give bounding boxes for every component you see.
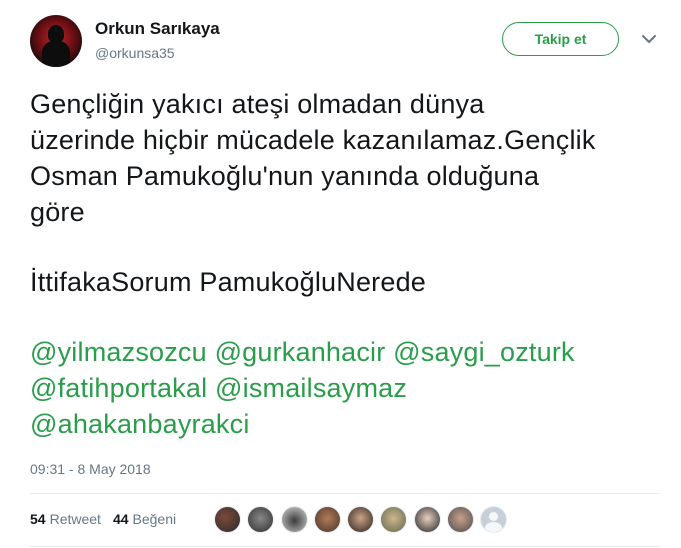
mention-link[interactable]: @yilmazsozcu — [30, 337, 207, 367]
liker-avatar[interactable] — [380, 506, 408, 533]
mention-link[interactable]: @ahakanbayrakci — [30, 409, 250, 439]
mention-link[interactable]: @ismailsaymaz — [215, 373, 407, 403]
user-display-name[interactable]: Orkun Sarıkaya — [95, 19, 220, 39]
tweet-text-line: Gençliğin yakıcı ateşi olmadan dünya — [30, 89, 485, 119]
mentions-line: @yilmazsozcu @gurkanhacir @saygi_ozturk — [30, 334, 670, 370]
tweet-text: Gençliğin yakıcı ateşi olmadan dünya üze… — [30, 86, 670, 442]
like-count: 44 — [112, 511, 129, 527]
mention-link[interactable]: @gurkanhacir — [215, 337, 386, 367]
default-avatar-body — [485, 522, 503, 532]
default-avatar-head — [489, 512, 499, 521]
divider — [30, 546, 660, 547]
liker-avatar[interactable] — [280, 506, 308, 533]
liker-avatar[interactable] — [413, 506, 441, 533]
retweet-count: 54 — [30, 511, 46, 527]
mention-link[interactable]: @saygi_ozturk — [393, 337, 575, 367]
mention-link[interactable]: @fatihportakal — [30, 373, 207, 403]
retweet-label: Retweet — [49, 511, 101, 527]
avatar-figure-body — [42, 41, 70, 67]
liker-avatar[interactable] — [247, 506, 275, 533]
tweet-text-line: göre — [30, 197, 85, 227]
retweet-stat[interactable]: 54 Retweet — [30, 511, 101, 527]
mentions-line: @fatihportakal @ismailsaymaz — [30, 370, 670, 406]
mentions-line: @ahakanbayrakci — [30, 406, 670, 442]
liker-avatar[interactable] — [214, 506, 241, 533]
divider — [30, 493, 660, 494]
liker-avatar[interactable] — [313, 506, 341, 533]
liker-avatar[interactable] — [347, 506, 375, 533]
default-avatar-icon[interactable] — [480, 506, 508, 533]
like-stat[interactable]: 44 Beğeni — [113, 511, 176, 527]
follow-button[interactable]: Takip et — [502, 22, 619, 56]
liker-avatar[interactable] — [447, 506, 475, 533]
tweet-text-line: üzerinde hiçbir mücadele kazanılamaz.Gen… — [30, 125, 596, 155]
user-handle[interactable]: @orkunsa35 — [95, 45, 175, 61]
profile-avatar[interactable] — [30, 15, 82, 67]
tweet-text-line: İttifakaSorum PamukoğluNerede — [30, 267, 426, 297]
tweet-stats: 54 Retweet 44 Beğeni — [30, 511, 176, 527]
tweet-text-line: Osman Pamukoğlu'nun yanında olduğuna — [30, 161, 540, 191]
liker-avatars — [214, 506, 514, 533]
like-label: Beğeni — [132, 511, 177, 527]
chevron-down-icon[interactable] — [640, 30, 658, 48]
tweet-timestamp[interactable]: 09:31 - 8 May 2018 — [30, 461, 151, 477]
